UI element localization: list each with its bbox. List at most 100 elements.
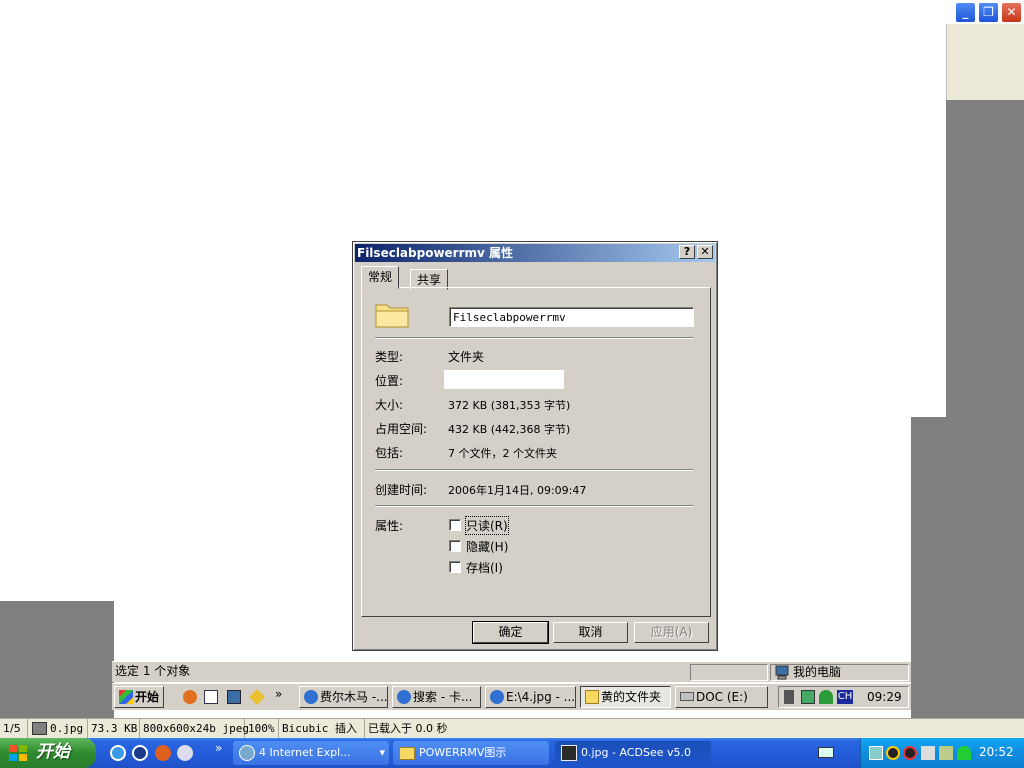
created-value: 2006年1月14日, 09:09:47 bbox=[448, 484, 587, 497]
dropdown-arrow-icon: ▾ bbox=[379, 746, 385, 759]
type-label: 类型: bbox=[375, 350, 404, 364]
contains-value: 7 个文件，2 个文件夹 bbox=[448, 447, 557, 460]
separator bbox=[375, 505, 693, 507]
inner-task-search[interactable]: 搜索 - 卡... bbox=[392, 686, 481, 708]
antivirus-icon[interactable] bbox=[819, 690, 833, 704]
close-window-button[interactable]: ✕ bbox=[1001, 2, 1022, 23]
inner-task-label: E:\4.jpg - ... bbox=[506, 690, 576, 704]
ok-button[interactable]: 确定 bbox=[472, 621, 549, 644]
created-label: 创建时间: bbox=[375, 483, 428, 497]
size-on-disk-value: 432 KB (442,368 字节) bbox=[448, 423, 571, 436]
messenger-quicklaunch-icon[interactable] bbox=[132, 745, 148, 761]
separator bbox=[375, 337, 693, 339]
inner-task-yellow-folder[interactable]: 黄的文件夹 bbox=[580, 686, 671, 708]
type-value: 文件夹 bbox=[448, 350, 485, 364]
acdsee-icon bbox=[561, 745, 577, 761]
language-indicator[interactable]: CH bbox=[837, 690, 853, 704]
background-region-right-top bbox=[946, 24, 1024, 100]
xp-task-acdsee[interactable]: 0.jpg - ACDSee v5.0 bbox=[555, 741, 711, 765]
inner-task-4jpg[interactable]: E:\4.jpg - ... bbox=[485, 686, 576, 708]
location-status-text: 我的电脑 bbox=[793, 665, 842, 679]
tool-icon[interactable] bbox=[249, 689, 265, 705]
inner-task-label: 费尔木马 -... bbox=[320, 690, 388, 704]
size-on-disk-label: 占用空间: bbox=[375, 422, 428, 436]
notepad-icon[interactable] bbox=[204, 690, 218, 704]
app-tray-icon[interactable] bbox=[939, 746, 953, 760]
ie-icon bbox=[304, 690, 318, 704]
background-region-left bbox=[0, 601, 114, 718]
xp-task-internet-explorer[interactable]: 4 Internet Expl... ▾ bbox=[233, 741, 389, 765]
xp-taskbar: 开始 » 4 Internet Expl... ▾ POWERRMV图示 0.j… bbox=[0, 738, 1024, 768]
folder-icon bbox=[585, 690, 599, 704]
inner-start-label: 开始 bbox=[135, 690, 160, 704]
keyboard-icon[interactable] bbox=[818, 747, 834, 758]
qq2-tray-icon[interactable] bbox=[903, 746, 917, 760]
inner-more-chevron-icon[interactable]: » bbox=[275, 687, 282, 701]
properties-dialog: Filseclabpowerrmv 属性 ? ✕ 常规 共享 Filseclab… bbox=[352, 241, 718, 651]
readonly-label[interactable]: 只读(R) bbox=[465, 516, 509, 535]
inner-task-label: DOC (E:) bbox=[696, 690, 748, 704]
hidden-checkbox[interactable] bbox=[449, 540, 461, 552]
inner-task-doc-e[interactable]: DOC (E:) bbox=[675, 686, 768, 708]
start-label: 开始 bbox=[36, 742, 70, 762]
tab-general[interactable]: 常规 bbox=[361, 266, 400, 289]
status-cell-empty bbox=[690, 664, 768, 681]
file-size: 73.3 KB bbox=[88, 719, 140, 739]
minimize-button[interactable]: _ bbox=[955, 2, 976, 23]
image-index: 1/5 bbox=[0, 719, 28, 739]
antivirus-tray-icon[interactable] bbox=[957, 746, 971, 760]
inner-taskbar: 开始 » 费尔木马 -... 搜索 - 卡... E:\4.jpg - ... … bbox=[112, 683, 911, 710]
tool-tray-icon[interactable] bbox=[921, 746, 935, 760]
archive-label[interactable]: 存档(I) bbox=[466, 559, 503, 576]
file-name-cell: 0.jpg bbox=[28, 719, 88, 739]
volume-icon[interactable] bbox=[784, 690, 794, 704]
network-icon[interactable] bbox=[801, 690, 815, 704]
ie-quicklaunch-icon[interactable] bbox=[110, 745, 126, 761]
background-region-mid bbox=[911, 417, 946, 718]
location-label: 位置: bbox=[375, 374, 404, 388]
ie-icon bbox=[490, 690, 504, 704]
apply-button[interactable]: 应用(A) bbox=[634, 622, 709, 643]
zoom-level: 100% bbox=[245, 719, 279, 739]
dialog-title: Filseclabpowerrmv 属性 bbox=[357, 246, 514, 260]
hidden-label[interactable]: 隐藏(H) bbox=[466, 538, 508, 555]
firefox-icon[interactable] bbox=[183, 690, 197, 704]
xp-more-chevron-icon[interactable]: » bbox=[215, 741, 222, 755]
file-name: 0.jpg bbox=[50, 722, 84, 735]
acdsee-statusbar: 1/5 0.jpg 73.3 KB 800x600x24b jpeg 100% … bbox=[0, 718, 1024, 739]
firefox-quicklaunch-icon[interactable] bbox=[155, 745, 171, 761]
cancel-button[interactable]: 取消 bbox=[553, 622, 628, 643]
help-button[interactable]: ? bbox=[679, 245, 695, 259]
load-time: 已载入于 0.0 秒 bbox=[368, 722, 448, 735]
explorer-statusbar: 选定 1 个对象 我的电脑 bbox=[112, 661, 911, 682]
inner-start-button[interactable]: 开始 bbox=[114, 686, 164, 708]
location-value bbox=[444, 370, 564, 389]
system-clock: 20:52 bbox=[979, 745, 1014, 759]
size-value: 372 KB (381,353 字节) bbox=[448, 399, 571, 412]
selection-status: 选定 1 个对象 bbox=[115, 664, 191, 678]
readonly-checkbox[interactable] bbox=[449, 519, 461, 531]
inner-task-feier[interactable]: 费尔木马 -... bbox=[299, 686, 388, 708]
archive-checkbox[interactable] bbox=[449, 561, 461, 573]
inner-clock: 09:29 bbox=[867, 690, 902, 704]
folder-icon bbox=[399, 747, 415, 760]
network-tray-icon[interactable] bbox=[869, 746, 883, 760]
resample-filter: Bicubic 插入 bbox=[279, 719, 365, 739]
windows-flag-icon bbox=[9, 745, 27, 761]
dialog-titlebar[interactable]: Filseclabpowerrmv 属性 ? ✕ bbox=[355, 244, 715, 262]
attributes-label: 属性: bbox=[375, 519, 404, 533]
xp-task-label: POWERRMV图示 bbox=[419, 746, 507, 759]
xp-task-powerrmv[interactable]: POWERRMV图示 bbox=[393, 741, 549, 765]
chat-quicklaunch-icon[interactable] bbox=[177, 745, 193, 761]
start-button[interactable]: 开始 bbox=[0, 738, 96, 768]
inner-system-tray: CH 09:29 bbox=[778, 686, 909, 708]
system-tray: 20:52 bbox=[860, 738, 1024, 768]
size-label: 大小: bbox=[375, 398, 404, 412]
qq-tray-icon[interactable] bbox=[886, 746, 900, 760]
dialog-close-button[interactable]: ✕ bbox=[697, 245, 713, 259]
folder-name-input[interactable]: Filseclabpowerrmv bbox=[449, 307, 694, 327]
inner-task-label: 黄的文件夹 bbox=[601, 690, 662, 704]
ie-icon bbox=[397, 690, 411, 704]
restore-button[interactable]: ❐ bbox=[978, 2, 999, 23]
desktop-icon[interactable] bbox=[227, 690, 241, 704]
